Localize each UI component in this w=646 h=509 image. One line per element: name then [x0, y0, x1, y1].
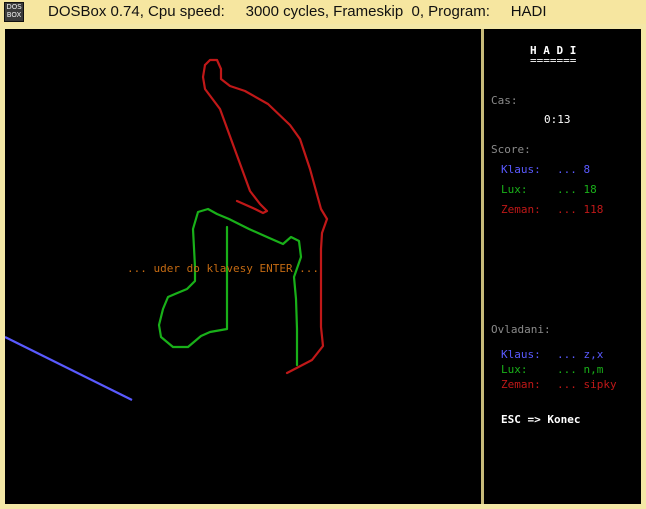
score-klaus-name: Klaus: — [501, 163, 541, 176]
window-titlebar[interactable]: DOS BOX DOSBox 0.74, Cpu speed: 3000 cyc… — [0, 0, 646, 24]
score-klaus-value: ... 8 — [557, 163, 591, 176]
controls-lux-name: Lux: — [501, 363, 528, 376]
score-lux-name: Lux: — [501, 183, 528, 196]
controls-klaus-keys: ... z,x — [557, 348, 604, 361]
snake-trail-klaus — [5, 336, 133, 401]
score-zeman-value: ... 118 — [557, 203, 604, 216]
controls-label: Ovladani: — [491, 323, 551, 336]
time-value: 0:13 — [544, 113, 571, 126]
snake-trail-lux — [157, 207, 303, 367]
press-enter-message: ... uder do klavesy ENTER ... — [127, 262, 320, 275]
controls-lux-keys: ... n,m — [557, 363, 604, 376]
time-label: Cas: — [491, 94, 518, 107]
score-label: Score: — [491, 143, 531, 156]
controls-zeman-name: Zeman: — [501, 378, 541, 391]
game-title-underline: ======= — [530, 54, 577, 67]
esc-quit-hint: ESC => Konec — [501, 413, 581, 426]
game-arena: ... uder do klavesy ENTER ... — [5, 29, 481, 504]
dosbox-app-icon[interactable]: DOS BOX — [4, 2, 24, 22]
controls-zeman-keys: ... sipky — [557, 378, 617, 391]
score-panel: H A D I ======= Cas: 0:13 Score: Klaus: … — [484, 29, 641, 504]
score-lux-value: ... 18 — [557, 183, 597, 196]
score-zeman-name: Zeman: — [501, 203, 541, 216]
window-title: DOSBox 0.74, Cpu speed: 3000 cycles, Fra… — [48, 3, 547, 20]
controls-klaus-name: Klaus: — [501, 348, 541, 361]
